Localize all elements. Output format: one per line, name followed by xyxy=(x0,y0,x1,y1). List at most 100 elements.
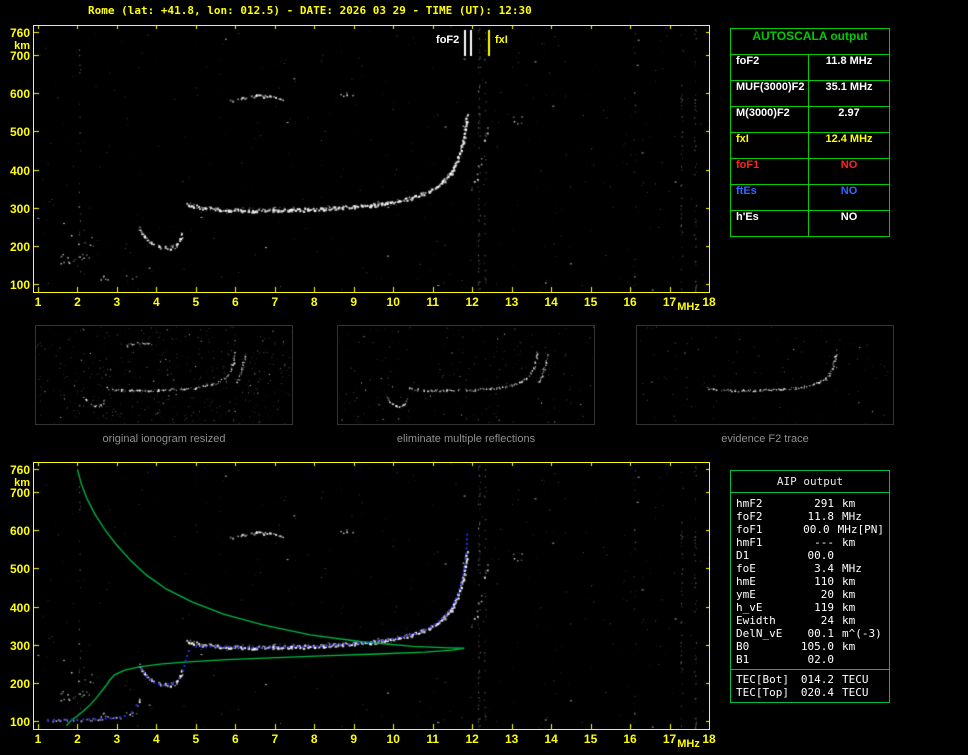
x-axis-tick-label: 11 xyxy=(426,295,440,309)
aip-unit: MHz xyxy=(842,510,862,523)
aip-val: 119 xyxy=(814,601,834,614)
marker-label-fof2: foF2 xyxy=(436,34,460,46)
aip-table-rows: hmF2 291 km foF2 11.8 MHz foF1 00.0 MHz [PN] hmF1-… xyxy=(731,493,889,669)
autoscala-param-label: h'Es xyxy=(731,211,809,236)
y-axis-tick-label: 500 xyxy=(9,562,30,577)
aip-table-title: AIP output xyxy=(731,471,889,493)
aip-val: 00.0 xyxy=(807,549,835,562)
x-axis-tick-label: 9 xyxy=(350,732,358,746)
x-axis-tick-label: 8 xyxy=(310,295,318,309)
autoscala-param-label: foF2 xyxy=(731,55,809,80)
marker-label-fxi: fxI xyxy=(494,34,508,46)
x-axis-tick-label: 5 xyxy=(192,732,200,746)
y-axis-tick-label: 400 xyxy=(9,163,30,178)
aip-unit: TECU xyxy=(842,686,869,699)
station-date-title: Rome (lat: +41.8, lon: 012.5) - DATE: 20… xyxy=(88,4,532,17)
autoscala-row-ftes: ftEs NO xyxy=(731,184,889,210)
aip-unit: km xyxy=(842,640,856,653)
aip-label: Ewidth xyxy=(736,614,776,627)
aip-unit: km xyxy=(842,601,856,614)
x-axis-tick-label: 1 xyxy=(34,295,42,309)
aip-unit xyxy=(834,549,842,562)
x-axis-tick-label: 18 xyxy=(702,732,716,746)
aip-unit: km xyxy=(842,588,856,601)
autoscala-table-rows: foF2 11.8 MHz MUF(3000)F2 35.1 MHz M(3000)F2… xyxy=(731,54,889,236)
aip-row-b1: B1 02.0 xyxy=(736,653,884,666)
aip-unit: MHz xyxy=(842,562,862,575)
aip-val: 02.0 xyxy=(807,653,835,666)
thumbnail-original-ionogram xyxy=(35,325,293,425)
autoscala-param-value: NO xyxy=(840,185,858,197)
autoscala-param-value: 35.1 MHz xyxy=(825,81,873,93)
aip-row-hmf1: hmF1 --- km xyxy=(736,536,884,549)
aip-val: 014.2 xyxy=(800,673,834,686)
x-axis-tick-label: 4 xyxy=(153,732,160,746)
aip-label: B0 xyxy=(736,640,750,653)
y-axis-tick-label: 300 xyxy=(9,201,30,216)
x-axis-tick-label: 10 xyxy=(386,732,400,746)
autoscala-row-hes: h'Es NO xyxy=(731,210,889,236)
x-axis-tick-label: 7 xyxy=(271,295,279,309)
x-axis-tick-label: 2 xyxy=(74,732,81,746)
y-axis-tick-label: 600 xyxy=(9,523,30,538)
aip-label: D1 xyxy=(736,549,750,562)
aip-val: --- xyxy=(814,536,834,549)
x-axis-tick-label: 6 xyxy=(231,732,239,746)
ionogram-main-plot xyxy=(33,25,710,293)
aip-row-yme: ymE 20 km xyxy=(736,588,884,601)
aip-row-fof2: foF2 11.8 MHz xyxy=(736,510,884,523)
autoscala-param-label: MUF(3000)F2 xyxy=(731,81,809,106)
restored-ionogram-canvas xyxy=(34,463,709,729)
aip-row-b0: B0 105.0 km xyxy=(736,640,884,653)
autoscala-param-label: M(3000)F2 xyxy=(731,107,809,132)
autoscala-output-table: AUTOSCALA output foF2 11.8 MHz MUF(3000)F2… xyxy=(730,28,890,237)
aip-unit: km xyxy=(842,497,856,510)
x-axis-tick-label: 14 xyxy=(544,295,558,309)
ionogram-main-canvas xyxy=(34,26,709,292)
y-axis-tick-label: 760 xyxy=(9,462,30,477)
aip-row-fof1: foF1 00.0 MHz [PN] xyxy=(736,523,884,536)
x-axis-tick-label: 1 xyxy=(34,732,42,746)
aip-unit: km xyxy=(842,536,856,549)
autoscala-param-value: 11.8 MHz xyxy=(825,55,873,67)
autoscala-param-value: NO xyxy=(840,211,858,223)
y-axis-tick-label: 100 xyxy=(9,278,30,293)
thumbnail-original-canvas xyxy=(36,326,292,424)
x-axis-tick-label: 15 xyxy=(583,732,598,746)
x-axis-tick-label: 3 xyxy=(113,732,121,746)
aip-val: 20 xyxy=(820,588,834,601)
x-axis-tick-label: 18 xyxy=(702,295,716,309)
autoscala-row-m3000f2: M(3000)F2 2.97 xyxy=(731,106,889,132)
aip-val: 24 xyxy=(820,614,834,627)
x-axis-tick-label: 9 xyxy=(350,295,358,309)
y-axis-tick-label: 700 xyxy=(9,48,30,63)
aip-row-tectop: TEC[Top] 020.4 TECU xyxy=(736,686,884,699)
aip-label: TEC[Top] xyxy=(736,686,789,699)
aip-unit: m^(-3) xyxy=(842,627,882,640)
x-axis-tick-label: 16 xyxy=(623,732,637,746)
y-axis-tick-label: 760 xyxy=(9,25,30,40)
aip-val: 291 xyxy=(814,497,834,510)
y-axis-tick-label: 500 xyxy=(9,125,30,140)
x-axis-tick-label: 10 xyxy=(386,295,400,309)
aip-row-d1: D1 00.0 xyxy=(736,549,884,562)
autoscala-param-label: ftEs xyxy=(731,185,809,210)
x-axis-tick-label: 12 xyxy=(465,732,479,746)
y-axis-tick-label: 200 xyxy=(9,677,30,692)
x-axis-tick-label: 11 xyxy=(426,732,440,746)
aip-val: 3.4 xyxy=(814,562,834,575)
thumbnail-caption-original: original ionogram resized xyxy=(102,433,226,445)
y-axis-tick-label: 100 xyxy=(9,715,30,730)
thumbnail-eliminate-reflections xyxy=(337,325,595,425)
aip-val: 11.8 xyxy=(807,510,835,523)
aip-output-table: AIP output hmF2 291 km foF2 11.8 MHz foF1 00.0 M… xyxy=(730,470,890,703)
aip-val: 00.1 xyxy=(807,627,835,640)
aip-unit: TECU xyxy=(842,673,869,686)
aip-val: 110 xyxy=(814,575,834,588)
thumbnail-caption-eliminate: eliminate multiple reflections xyxy=(396,433,536,445)
autoscala-row-fof2: foF2 11.8 MHz xyxy=(731,54,889,80)
autoscala-param-value: 2.97 xyxy=(838,107,860,119)
autoscala-param-value: NO xyxy=(840,159,858,171)
autoscala-param-label: foF1 xyxy=(731,159,809,184)
thumbnail-evidence-canvas xyxy=(637,326,893,424)
